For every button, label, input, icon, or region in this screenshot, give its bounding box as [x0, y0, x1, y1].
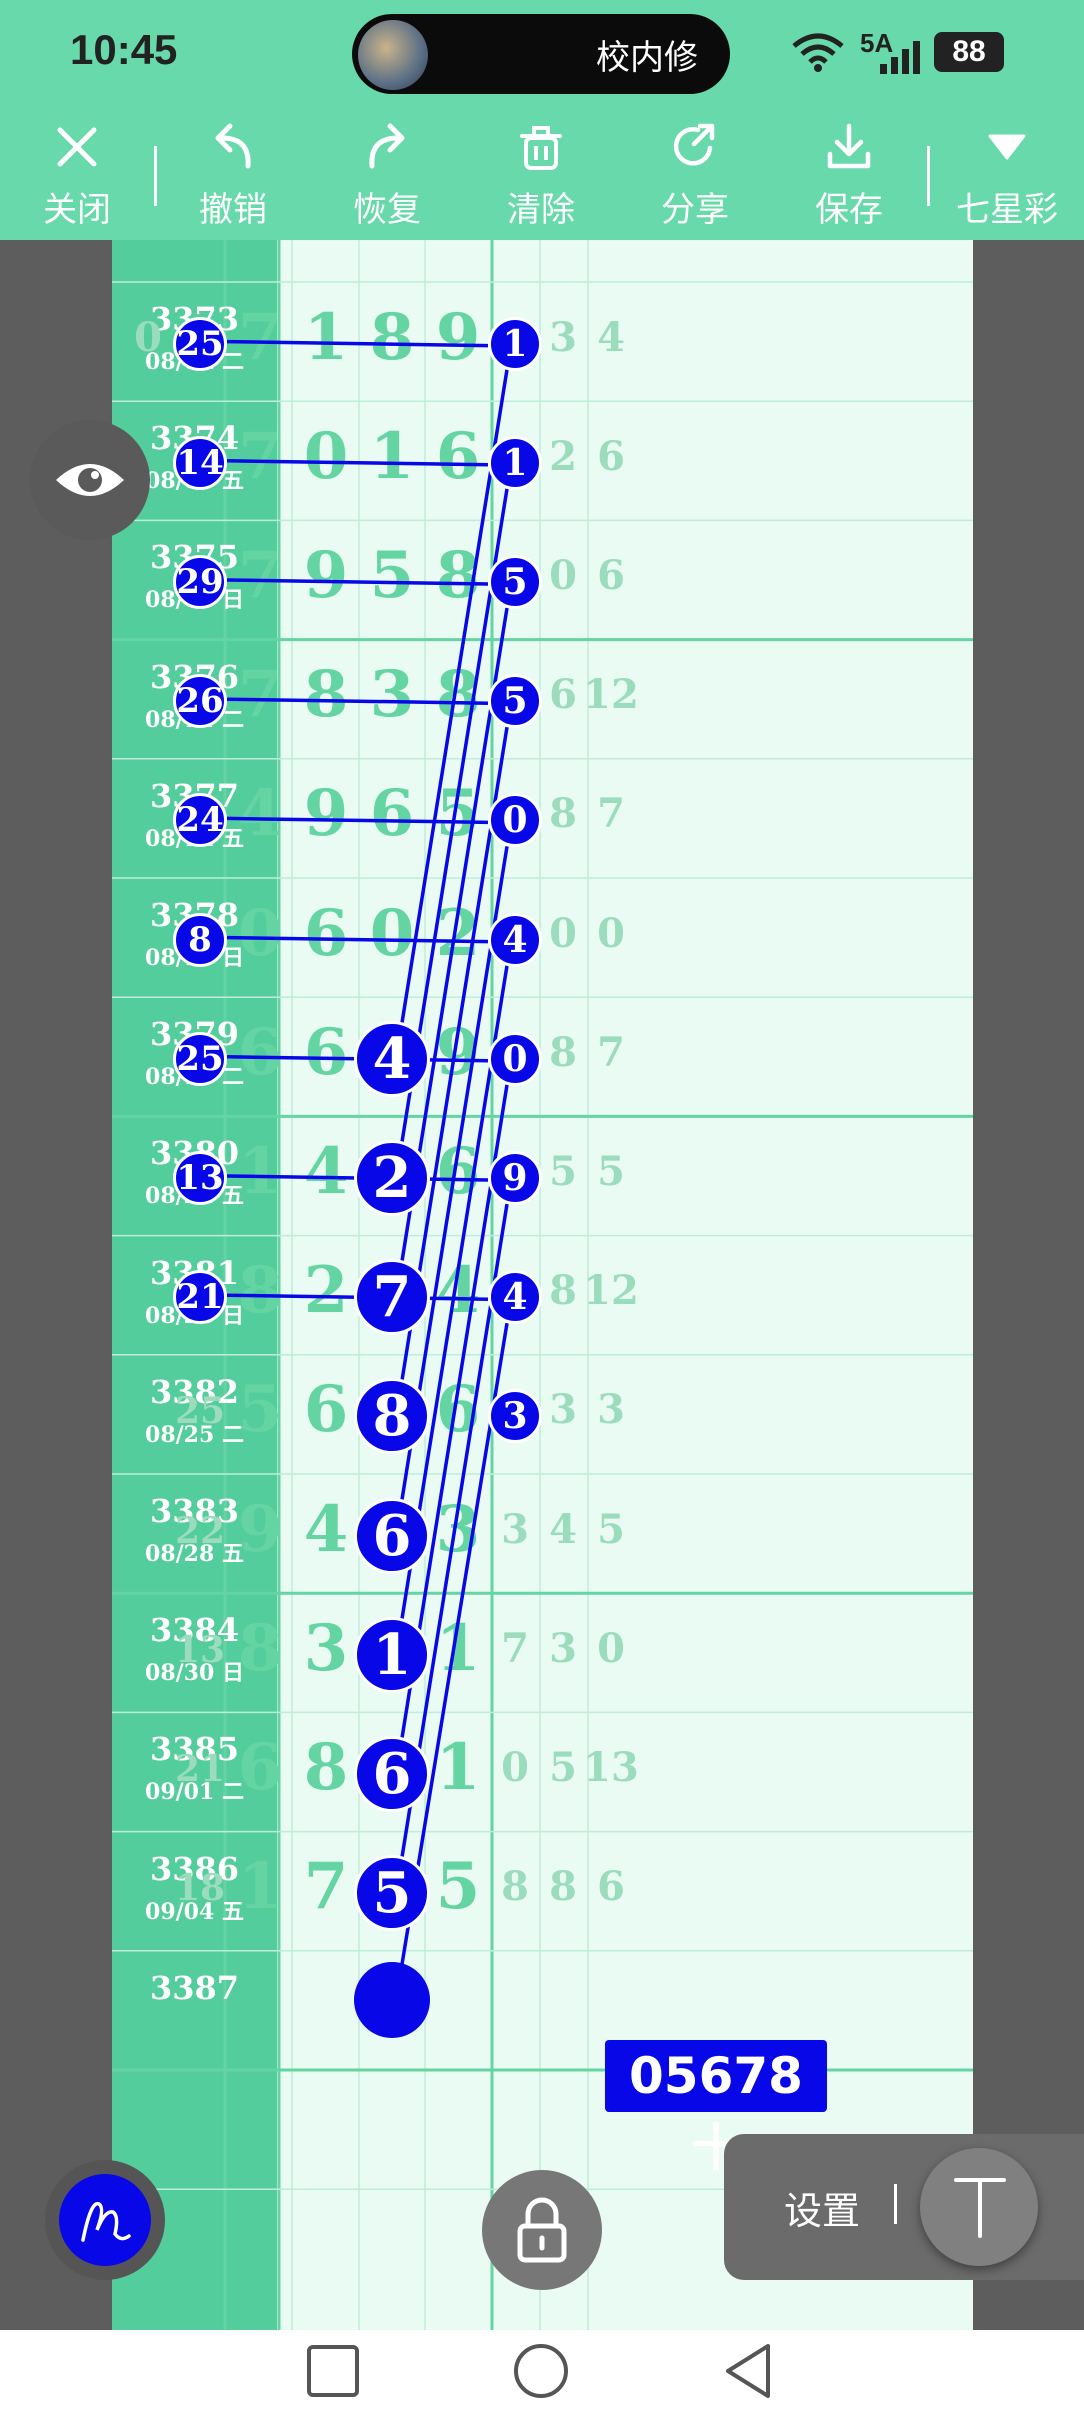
wifi-icon: [792, 33, 844, 72]
sum-ball: 8: [173, 912, 227, 967]
save-button[interactable]: 保存: [784, 110, 914, 240]
system-nav-bar: [0, 2330, 1084, 2412]
mod-ball: 3: [488, 1389, 542, 1444]
trend-line: [226, 459, 489, 467]
trend-line: [226, 935, 489, 944]
triangle-down-icon: [988, 134, 1026, 160]
battery-indicator: 88: [934, 32, 1004, 72]
status-bar: 10:45 校内修 5A 88: [0, 0, 1084, 110]
settings-divider: [894, 2184, 897, 2224]
mod-ball: 0: [488, 793, 542, 848]
toolbar-divider: [154, 146, 157, 206]
redo-icon: [369, 123, 405, 169]
digit-ball: 8: [354, 1378, 430, 1455]
mod-ball: 4: [488, 1270, 542, 1325]
trend-line: [226, 339, 489, 348]
visibility-toggle-button[interactable]: [30, 420, 150, 540]
circle-icon[interactable]: [512, 2342, 570, 2400]
signal-icon: [880, 41, 920, 74]
close-button[interactable]: 关闭: [12, 110, 142, 240]
lottery-type-dropdown[interactable]: 七星彩: [942, 110, 1072, 240]
mod-ball: 1: [488, 316, 542, 371]
save-label: 保存: [815, 190, 883, 230]
download-icon: [827, 123, 871, 169]
pen-tool-button[interactable]: [45, 2160, 165, 2280]
triangle-back-icon[interactable]: [722, 2342, 774, 2400]
prediction-label[interactable]: 05678十: [605, 2040, 827, 2177]
share-icon: [673, 123, 715, 166]
scroll-to-top-icon: [954, 2178, 1006, 2238]
mod-ball: 5: [488, 674, 542, 729]
settings-panel: 设置: [724, 2134, 1084, 2280]
undo-icon: [215, 123, 251, 169]
sum-ball: 25: [173, 316, 227, 371]
lottery-type-label: 七星彩: [956, 190, 1058, 230]
status-time: 10:45: [70, 26, 178, 73]
island-text: 校内修: [596, 38, 698, 78]
scroll-top-button[interactable]: [920, 2148, 1038, 2266]
digit-ball: 6: [354, 1736, 430, 1812]
share-label: 分享: [661, 190, 729, 230]
prediction-ball: [354, 1962, 430, 2039]
close-icon: [57, 127, 97, 167]
undo-label: 撤销: [199, 190, 267, 230]
sum-ball: 21: [173, 1270, 227, 1325]
digit-ball: 5: [354, 1855, 430, 1932]
mod-ball: 0: [488, 1031, 542, 1086]
mod-ball: 5: [488, 555, 542, 609]
redo-button[interactable]: 恢复: [322, 110, 452, 240]
sum-ball: 14: [173, 435, 227, 490]
mod-ball: 4: [488, 912, 542, 967]
settings-button[interactable]: 设置: [784, 2180, 860, 2235]
clear-label: 清除: [507, 190, 575, 230]
trend-chart[interactable]: 08/02 日249319392337308/04 二7189340337408…: [112, 240, 973, 2330]
digit-ball: 1: [354, 1616, 430, 1693]
mod-ball: 9: [488, 1151, 542, 1205]
digit-ball: 6: [354, 1497, 430, 1574]
clear-button[interactable]: 清除: [476, 110, 606, 240]
toolbar: 关闭 撤销 恢复 清除 分享 保存 七星彩: [0, 110, 1084, 240]
sum-ball: 24: [173, 793, 227, 848]
lock-icon: [517, 2197, 567, 2263]
sum-ball: 25: [173, 1031, 227, 1086]
redo-label: 恢复: [353, 190, 421, 230]
close-label: 关闭: [43, 190, 111, 230]
sum-ball: 26: [173, 674, 227, 729]
mod-ball: 1: [488, 435, 542, 490]
trend-line: [226, 578, 489, 586]
share-button[interactable]: 分享: [630, 110, 760, 240]
trend-lines: [226, 339, 509, 1965]
digit-ball: 7: [354, 1259, 430, 1336]
digit-ball: 4: [354, 1020, 430, 1097]
trend-line: [226, 816, 489, 825]
toolbar-divider: [927, 146, 930, 206]
eye-icon: [56, 464, 124, 496]
undo-button[interactable]: 撤销: [168, 110, 298, 240]
sum-ball: 13: [173, 1151, 227, 1205]
island-avatar: [358, 20, 428, 90]
lock-button[interactable]: [482, 2170, 602, 2290]
trash-icon: [520, 126, 562, 170]
digit-ball: 2: [354, 1140, 430, 1216]
trend-line: [226, 697, 489, 705]
square-icon[interactable]: [306, 2344, 360, 2398]
sum-ball: 29: [173, 555, 227, 609]
pen-scribble-icon: [81, 2201, 131, 2242]
pen-tool-swatch: [59, 2174, 151, 2266]
